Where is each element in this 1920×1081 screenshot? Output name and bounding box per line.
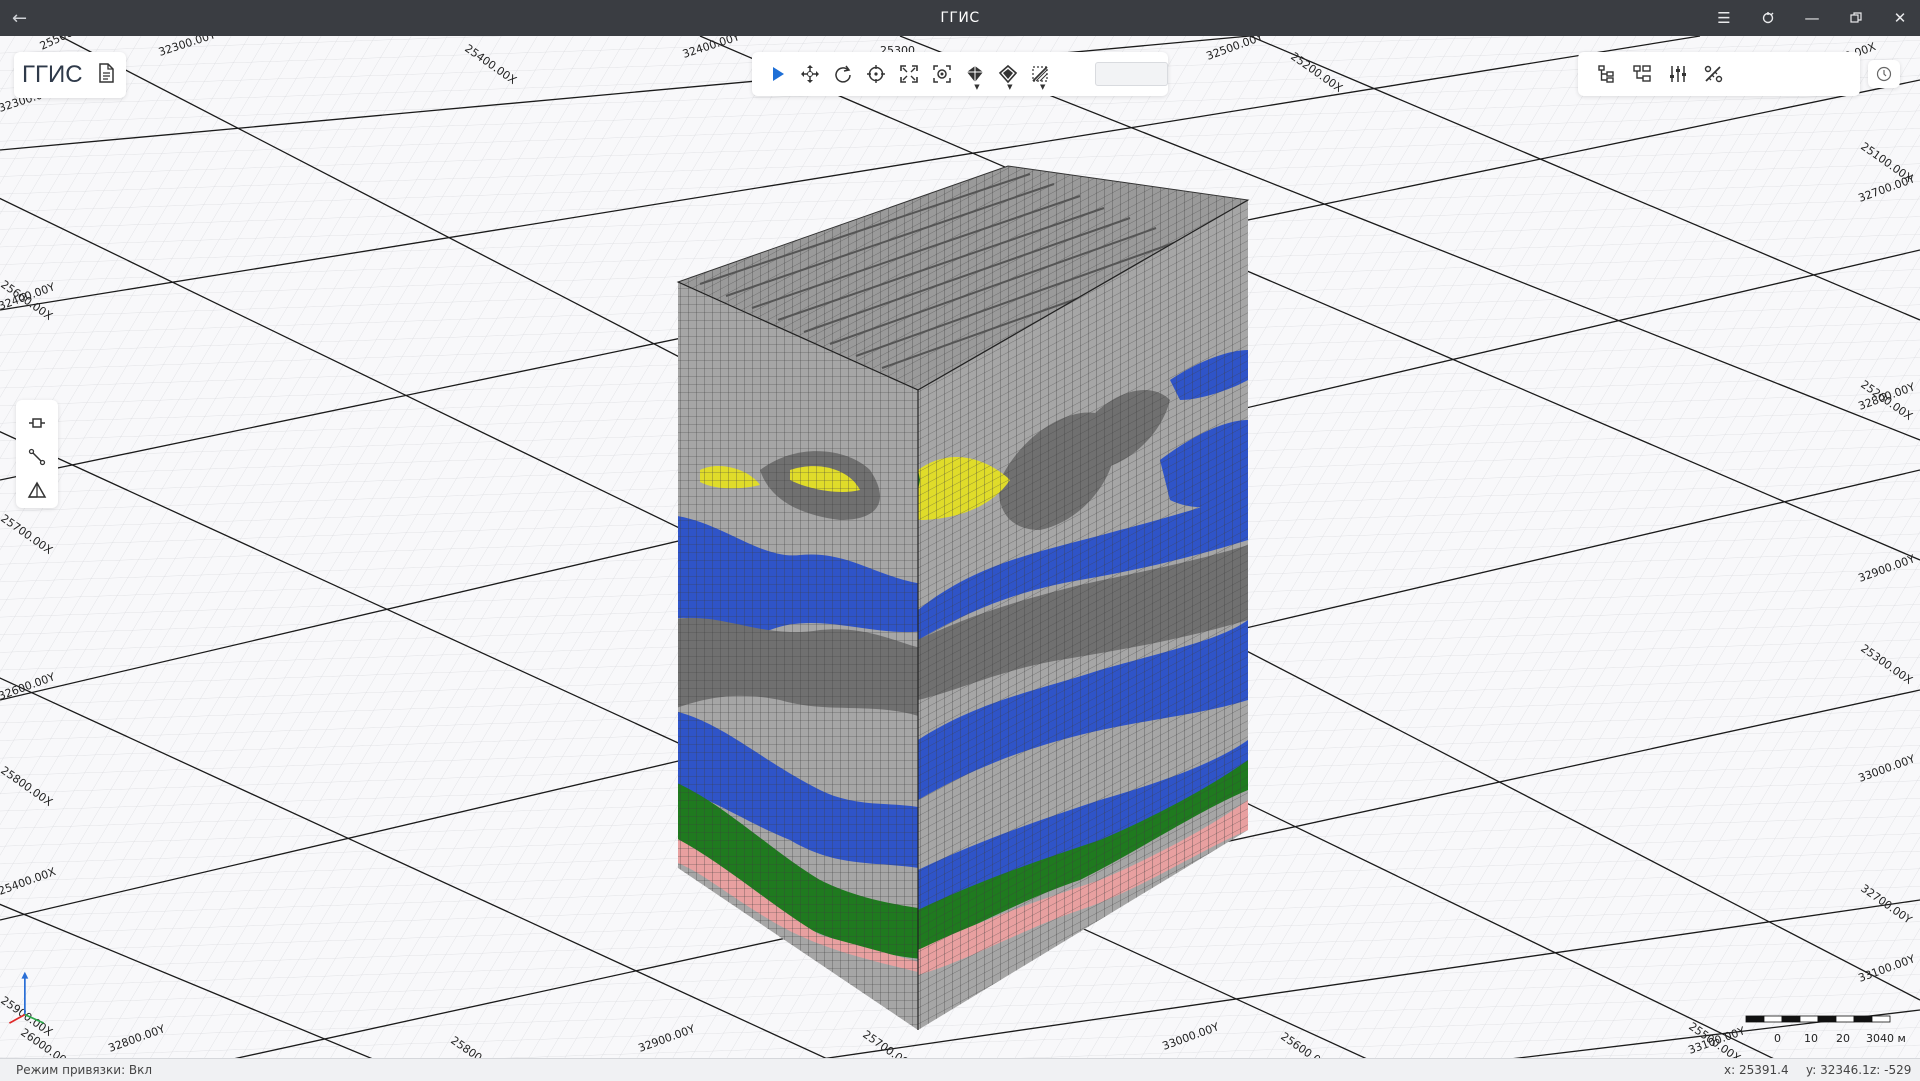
select-tool-button[interactable] (761, 56, 794, 92)
snap-point-button[interactable] (21, 406, 53, 440)
close-icon[interactable]: ✕ (1882, 6, 1918, 30)
section-icon (1032, 66, 1049, 82)
target-tool-button[interactable] (860, 56, 893, 92)
right-toolbar (1578, 52, 1860, 96)
view-cube-button[interactable]: ▼ (958, 56, 991, 92)
snap-toolbar (16, 400, 58, 508)
move-tool-button[interactable] (794, 56, 827, 92)
layer-tree-button[interactable] (1588, 56, 1624, 92)
z-axis-arrow-icon (21, 971, 29, 979)
toolbar-value-field[interactable] (1094, 62, 1169, 86)
title-bar: ← ГГИС ☰ — ✕ (0, 0, 1920, 36)
view-cube-icon (966, 66, 983, 82)
snap-plane-button[interactable] (21, 474, 53, 508)
scene-canvas[interactable]: 25500.00X32300.00Y25400.00X32400.00Y2530… (0, 36, 1920, 1058)
dropdown-arrow-icon[interactable]: ▼ (1040, 83, 1045, 91)
snap-point-icon (29, 418, 45, 428)
rotate-tool-button[interactable] (827, 56, 860, 92)
x-axis (9, 1013, 26, 1024)
scale-segment (1763, 1015, 1783, 1023)
x-coordinate: x: 25391.4 (1724, 1063, 1789, 1077)
scale-bar: 0 10 20 30 40 м (1745, 1015, 1906, 1045)
app-logo: ГГИС (22, 61, 83, 88)
snap-plane-icon (27, 481, 47, 498)
scale-unit: 40 м (1880, 1032, 1906, 1045)
measure-button[interactable] (1696, 56, 1732, 92)
pin-icon[interactable] (1750, 6, 1786, 30)
zoom-extents-button[interactable] (893, 56, 926, 92)
menu-icon[interactable]: ☰ (1706, 6, 1742, 30)
app-logo-panel: ГГИС (14, 52, 126, 98)
scale-tick-30: 30 (1866, 1032, 1880, 1045)
section-button[interactable]: ▼ (991, 56, 1024, 92)
scale-segment (1781, 1015, 1801, 1023)
y-axis (24, 1013, 45, 1024)
main-toolbar: ▼ ▼ ▼ (752, 52, 1169, 96)
settings-sliders-icon (1670, 66, 1686, 82)
focus-button[interactable] (925, 56, 958, 92)
view-cube-alt-icon (998, 64, 1017, 84)
minimize-icon[interactable]: — (1794, 6, 1830, 30)
scale-tick-20: 20 (1836, 1032, 1850, 1045)
scale-segment (1799, 1015, 1819, 1023)
target-icon (867, 65, 886, 83)
zoom-extents-icon (900, 65, 918, 83)
scale-tick-0: 0 (1774, 1032, 1781, 1045)
scale-segment (1817, 1015, 1837, 1023)
history-button[interactable] (1868, 60, 1900, 88)
document-icon[interactable] (97, 63, 115, 87)
dropdown-arrow-icon[interactable]: ▼ (1007, 83, 1012, 91)
layer-tree-icon (1598, 65, 1614, 83)
snap-line-button[interactable] (21, 440, 53, 474)
restore-icon[interactable] (1838, 6, 1874, 30)
object-tree-icon (1633, 65, 1651, 82)
z-coordinate: z: -529 (1870, 1063, 1912, 1077)
status-bar: Режим привязки: Вкл x: 25391.4 y: 32346.… (0, 1058, 1920, 1081)
axis-gizmo[interactable] (0, 970, 60, 1030)
clock-icon (1876, 66, 1892, 82)
move-icon (801, 65, 820, 83)
dropdown-arrow-icon[interactable]: ▼ (974, 83, 979, 91)
section-tool-button[interactable]: ▼ (1024, 56, 1057, 92)
focus-icon (933, 65, 951, 83)
select-icon (772, 67, 784, 81)
snap-mode-status: Режим привязки: Вкл (16, 1063, 153, 1077)
settings-sliders-button[interactable] (1660, 56, 1696, 92)
scale-tick-10: 10 (1804, 1032, 1818, 1045)
scale-segment (1853, 1015, 1873, 1023)
scale-segment (1871, 1015, 1891, 1023)
rotate-icon (835, 65, 852, 83)
3d-viewport[interactable]: 25500.00X32300.00Y25400.00X32400.00Y2530… (0, 36, 1920, 1058)
window-title: ГГИС (940, 10, 980, 26)
y-coordinate: y: 32346.1 (1806, 1063, 1870, 1077)
snap-line-icon (28, 448, 46, 466)
measure-icon (1704, 65, 1723, 83)
scale-segment (1745, 1015, 1765, 1023)
object-tree-button[interactable] (1624, 56, 1660, 92)
scale-segment (1835, 1015, 1855, 1023)
